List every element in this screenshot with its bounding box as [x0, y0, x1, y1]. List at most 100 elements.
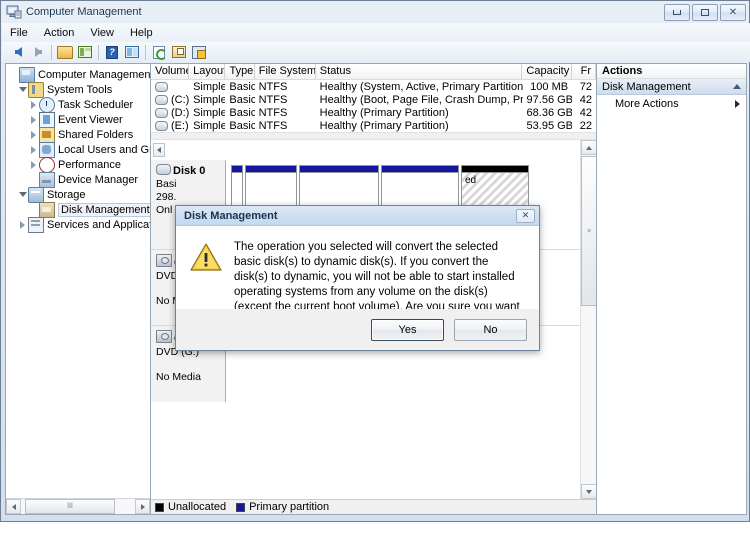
tree-item-label: Storage	[47, 188, 86, 201]
expander-icon[interactable]	[17, 217, 28, 232]
cell-capacity: 68.36 GB	[526, 106, 573, 119]
actions-pane: Actions Disk Management More Actions	[597, 63, 747, 515]
partition-label	[232, 173, 242, 177]
tree-item-label: Shared Folders	[58, 128, 134, 141]
scroll-right-button[interactable]	[135, 499, 150, 514]
column-header-type[interactable]: Type	[225, 64, 255, 79]
table-row[interactable]: (C:) Simple Basic NTFS Healthy (Boot, Pa…	[151, 93, 596, 106]
back-icon[interactable]	[8, 43, 28, 61]
cell-volume: (C:)	[151, 94, 189, 106]
cell-file-system: NTFS	[258, 80, 288, 93]
graphical-view-vertical-scrollbar[interactable]: ≡	[580, 140, 596, 499]
tree-item-storage[interactable]: Storage	[8, 186, 150, 203]
dialog-message: The operation you selected will convert …	[234, 241, 520, 328]
close-button[interactable]: ✕	[720, 4, 746, 21]
actions-section-disk-management[interactable]: Disk Management	[597, 79, 746, 95]
expander-icon[interactable]	[17, 82, 28, 97]
tree-item-computer-management[interactable]: Computer Management (Local	[8, 66, 150, 83]
services-icon	[28, 216, 44, 233]
actions-section-label: Disk Management	[602, 80, 691, 93]
table-row[interactable]: (E:) Simple Basic NTFS Healthy (Primary …	[151, 119, 596, 132]
expander-icon[interactable]	[28, 112, 39, 127]
help-icon[interactable]: ?	[102, 43, 122, 61]
column-header-capacity[interactable]: Capacity	[522, 64, 572, 79]
refresh-icon[interactable]	[149, 43, 169, 61]
tree-item-device-manager[interactable]: Device Manager	[8, 171, 150, 188]
computer-management-icon	[6, 4, 22, 20]
no-button[interactable]: No	[454, 318, 527, 341]
tree-item-disk-management[interactable]: Disk Management	[8, 201, 150, 218]
maximize-button[interactable]	[692, 4, 718, 21]
minimize-button[interactable]	[664, 4, 690, 21]
action-item-more-actions[interactable]: More Actions	[597, 95, 746, 112]
cell-layout: Simple	[193, 119, 226, 132]
tree-item-event-viewer[interactable]: Event Viewer	[8, 111, 150, 128]
column-header-status[interactable]: Status	[316, 64, 523, 79]
column-header-free-space[interactable]: Fr	[572, 64, 596, 79]
expander-icon[interactable]	[28, 127, 39, 142]
table-row[interactable]: Simple Basic NTFS Healthy (System, Activ…	[151, 80, 596, 93]
cdrom-icon	[156, 330, 172, 343]
expander-icon[interactable]	[28, 97, 39, 112]
window-title: Computer Management	[26, 5, 142, 18]
tree-item-services-and-applications[interactable]: Services and Applications	[8, 216, 150, 233]
scroll-up-button[interactable]	[581, 140, 596, 155]
device-manager-icon	[39, 171, 55, 188]
export-list-icon[interactable]	[189, 43, 209, 61]
console-tree-pane: Computer Management (Local System Tools …	[5, 63, 151, 515]
tree-item-performance[interactable]: Performance	[8, 156, 150, 173]
pane-splitter[interactable]	[151, 132, 596, 140]
forward-icon[interactable]	[28, 43, 48, 61]
legend-label: Primary partition	[249, 501, 330, 513]
scroll-down-button[interactable]	[581, 484, 596, 499]
column-header-file-system[interactable]: File System	[255, 64, 316, 79]
partition-color-bar	[246, 166, 296, 173]
tree-item-system-tools[interactable]: System Tools	[8, 81, 150, 98]
dialog-footer: Yes No	[176, 309, 539, 350]
yes-button[interactable]: Yes	[371, 318, 444, 341]
event-viewer-icon	[39, 111, 55, 128]
scroll-left-button[interactable]	[6, 499, 21, 514]
tree-horizontal-scrollbar[interactable]: ‖‖	[6, 498, 150, 514]
tree-item-local-users-and-groups[interactable]: Local Users and Groups	[8, 141, 150, 158]
menu-action[interactable]: Action	[36, 25, 83, 41]
show-hide-tree-icon[interactable]	[75, 43, 95, 61]
menu-file[interactable]: File	[2, 25, 36, 41]
users-icon	[39, 141, 55, 158]
table-row[interactable]: (D:) Simple Basic NTFS Healthy (Primary …	[151, 106, 596, 119]
partition-color-bar	[232, 166, 242, 173]
column-header-layout[interactable]: Layout	[189, 64, 226, 79]
dialog-close-button[interactable]: ✕	[516, 208, 535, 223]
legend-swatch-unallocated	[155, 502, 164, 512]
expander-icon[interactable]	[8, 67, 19, 82]
cell-volume-label: (E:)	[171, 119, 189, 132]
legend-swatch-primary	[236, 502, 246, 512]
expander-icon[interactable]	[17, 187, 28, 202]
expander-icon[interactable]	[28, 142, 39, 157]
scrollbar-thumb[interactable]: ≡	[581, 156, 596, 306]
column-header-volume[interactable]: Volume	[151, 64, 190, 79]
cell-layout: Simple	[193, 93, 226, 106]
list-view-icon[interactable]	[122, 43, 142, 61]
up-folder-icon[interactable]	[55, 43, 75, 61]
collapse-graphical-view-button[interactable]	[153, 143, 165, 157]
disk-size: 298.	[156, 191, 177, 203]
properties-icon[interactable]	[169, 43, 189, 61]
dialog-title: Disk Management	[184, 209, 278, 222]
disk-management-icon	[39, 201, 55, 218]
partition-label	[382, 173, 458, 177]
scrollbar-thumb[interactable]: ‖‖	[25, 499, 115, 514]
menu-view[interactable]: View	[82, 25, 122, 41]
tree-item-shared-folders[interactable]: Shared Folders	[8, 126, 150, 143]
cell-file-system: NTFS	[258, 119, 288, 132]
scrollbar-grip: ‖‖	[67, 503, 73, 510]
tree-item-label: Services and Applications	[47, 218, 150, 231]
cell-volume-label: (C:)	[171, 93, 190, 106]
menu-help[interactable]: Help	[122, 25, 161, 41]
chevron-up-icon[interactable]	[733, 84, 741, 89]
expander-icon[interactable]	[28, 157, 39, 172]
chevron-right-icon	[735, 99, 740, 108]
tree-item-task-scheduler[interactable]: Task Scheduler	[8, 96, 150, 113]
scrollbar-track[interactable]: ‖‖	[21, 499, 135, 514]
